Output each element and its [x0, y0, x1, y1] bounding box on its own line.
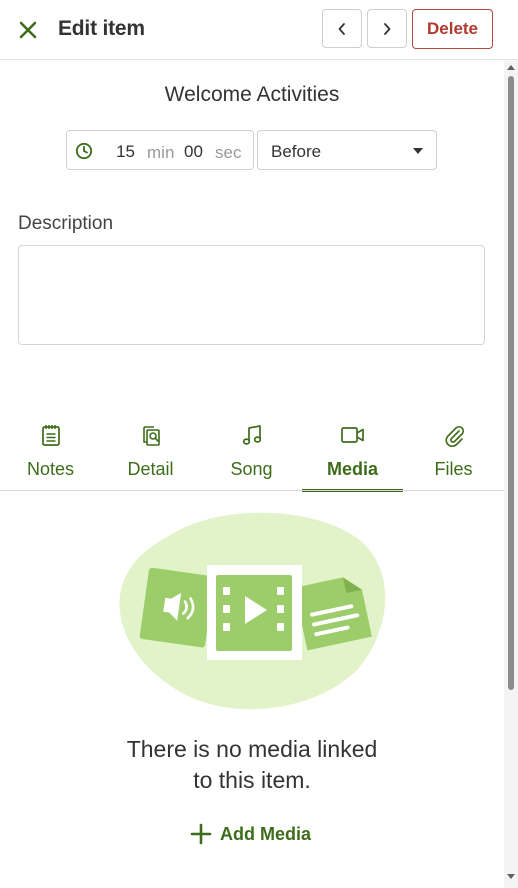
tab-notes-label: Notes	[26, 459, 75, 479]
close-button[interactable]	[14, 16, 42, 44]
media-empty-line-2: to this item.	[193, 767, 311, 793]
description-label: Description	[18, 213, 114, 234]
duration-seconds-unit: sec	[215, 143, 242, 162]
timing-select[interactable]: Before	[257, 130, 437, 170]
tab-song[interactable]: Song	[201, 414, 302, 492]
video-card-icon	[207, 565, 302, 660]
tab-media[interactable]: Media	[302, 414, 403, 492]
add-media-button[interactable]: Add Media	[190, 820, 311, 848]
music-note-icon	[239, 422, 265, 448]
page-title: Edit item	[58, 17, 145, 40]
tab-detail[interactable]: Detail	[100, 414, 201, 492]
clock-icon	[75, 142, 93, 160]
timing-value: Before	[271, 142, 322, 161]
tab-notes[interactable]: Notes	[0, 414, 101, 492]
media-empty-illustration	[119, 512, 386, 710]
scrollbar[interactable]	[504, 60, 518, 888]
chevron-left-icon	[338, 22, 345, 35]
previous-item-button[interactable]	[322, 9, 362, 48]
detail-icon	[138, 422, 164, 448]
tab-divider	[0, 490, 504, 491]
audio-card-icon	[139, 567, 215, 648]
plus-icon	[190, 823, 212, 845]
scrollbar-thumb[interactable]	[508, 76, 514, 690]
tab-song-label: Song	[230, 459, 273, 479]
media-empty-line-1: There is no media linked	[126, 736, 378, 762]
description-field[interactable]	[18, 245, 485, 345]
duration-minutes-unit: min	[147, 143, 175, 162]
tab-bar: Notes Detail Song Media Files	[0, 414, 504, 492]
video-camera-icon	[340, 422, 366, 448]
next-item-button[interactable]	[367, 9, 407, 48]
delete-button[interactable]: Delete	[412, 9, 493, 49]
duration-input[interactable]: 15 min 00 sec	[66, 130, 254, 170]
paperclip-icon	[441, 422, 467, 448]
tab-media-label: Media	[326, 459, 378, 479]
notes-icon	[38, 422, 64, 448]
duration-minutes[interactable]: 15	[107, 142, 135, 162]
chevron-right-icon	[384, 22, 391, 35]
add-media-label: Add Media	[220, 823, 312, 844]
duration-seconds[interactable]: 00	[184, 142, 203, 162]
caret-down-icon	[413, 148, 423, 154]
tab-detail-label: Detail	[127, 459, 174, 479]
header: Edit item Delete	[0, 0, 518, 60]
item-name[interactable]: Welcome Activities	[0, 83, 504, 107]
scroll-down-arrow-icon[interactable]	[507, 872, 515, 880]
close-icon	[19, 21, 37, 39]
media-empty-message: There is no media linked to this item.	[0, 734, 504, 796]
tab-files-label: Files	[434, 459, 473, 479]
scroll-up-arrow-icon[interactable]	[507, 64, 515, 72]
tab-files[interactable]: Files	[403, 414, 504, 492]
